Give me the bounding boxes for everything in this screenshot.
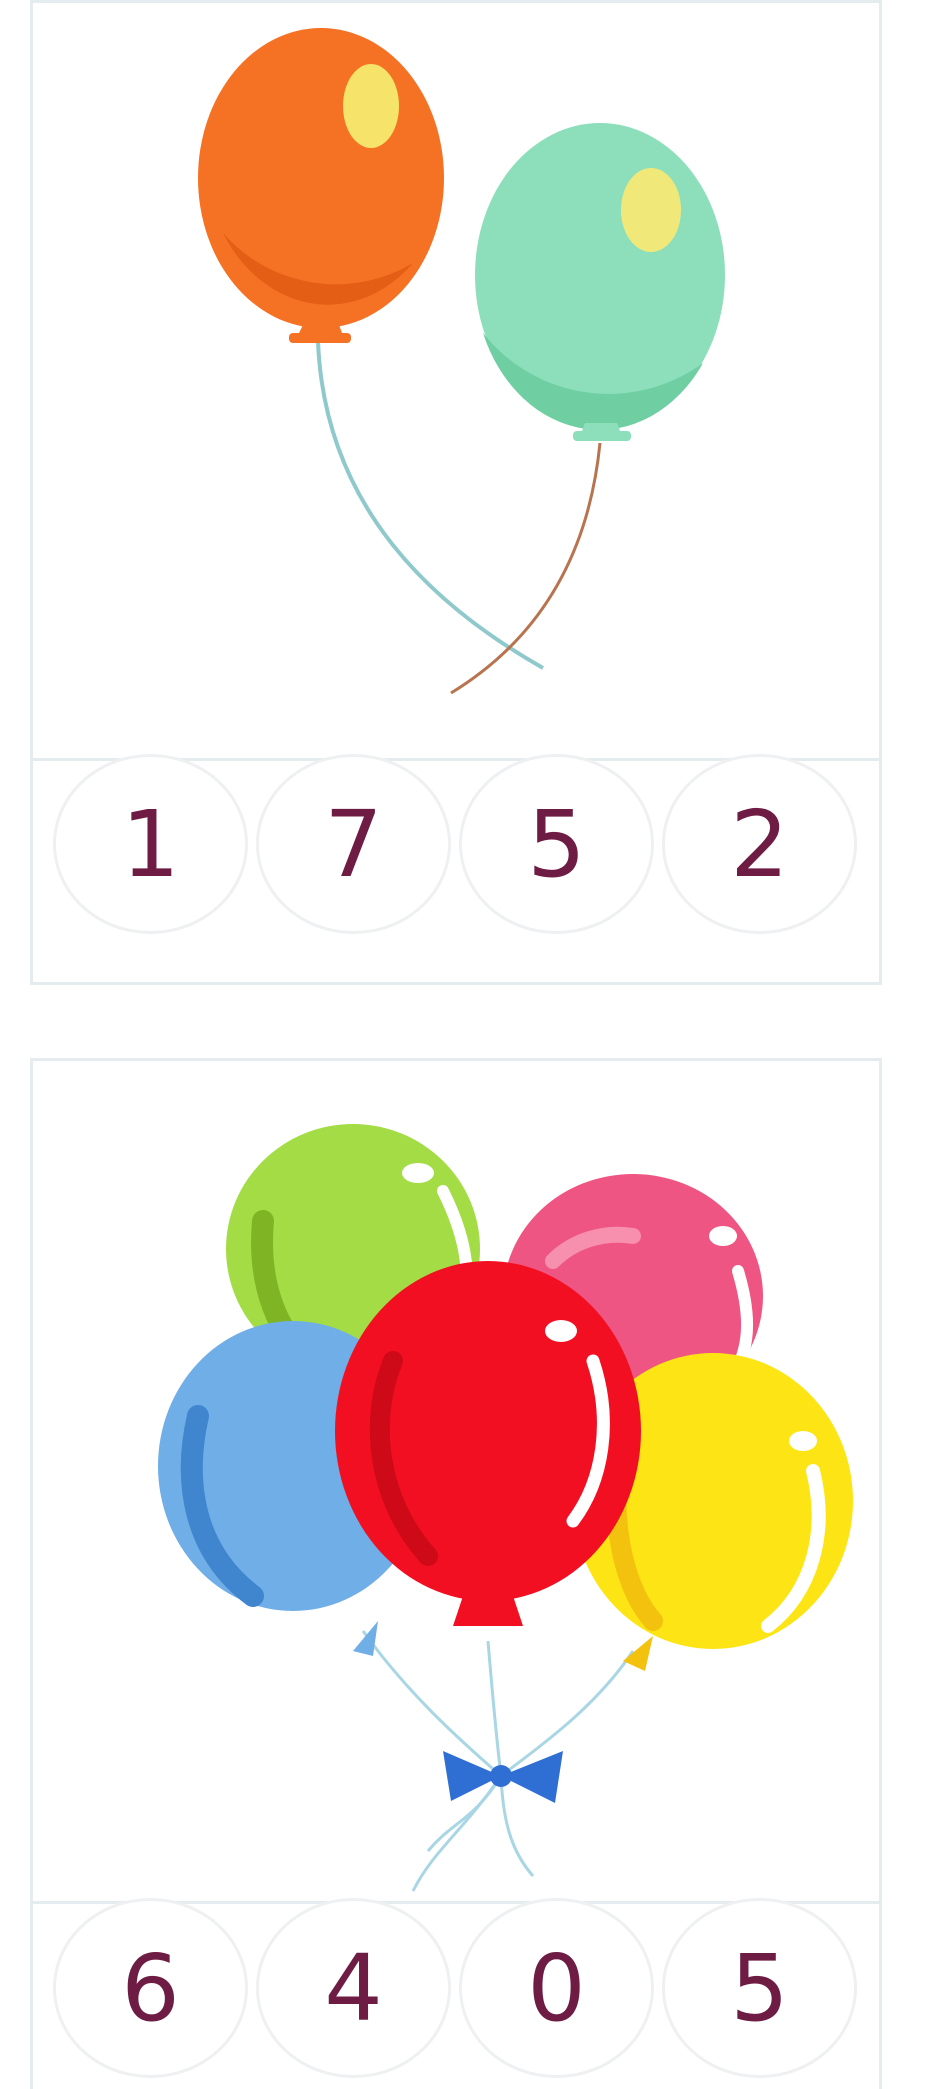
puzzle-picture-1 bbox=[33, 3, 879, 761]
answer-options-1: 1 7 5 2 bbox=[33, 754, 879, 982]
answer-option[interactable]: 5 bbox=[662, 1898, 857, 2078]
answer-option[interactable]: 2 bbox=[662, 754, 857, 934]
balloon-string-1 bbox=[316, 340, 544, 670]
green-balloon bbox=[475, 123, 725, 441]
orange-balloon bbox=[198, 28, 444, 343]
answer-option[interactable]: 0 bbox=[459, 1898, 654, 2078]
puzzle-card-1: 1 7 5 2 bbox=[30, 0, 882, 985]
balloon-bunch-illustration bbox=[158, 1124, 853, 1892]
two-balloons-illustration bbox=[198, 28, 725, 695]
puzzle-card-2: 6 4 0 5 bbox=[30, 1058, 882, 2089]
answer-option[interactable]: 5 bbox=[459, 754, 654, 934]
answer-option[interactable]: 4 bbox=[256, 1898, 451, 2078]
balloon-strings bbox=[361, 1630, 635, 1892]
answer-option[interactable]: 7 bbox=[256, 754, 451, 934]
answer-option[interactable]: 1 bbox=[53, 754, 248, 934]
puzzle-picture-2 bbox=[33, 1061, 879, 1904]
answer-options-2: 6 4 0 5 bbox=[33, 1882, 879, 2089]
answer-option[interactable]: 6 bbox=[53, 1898, 248, 2078]
